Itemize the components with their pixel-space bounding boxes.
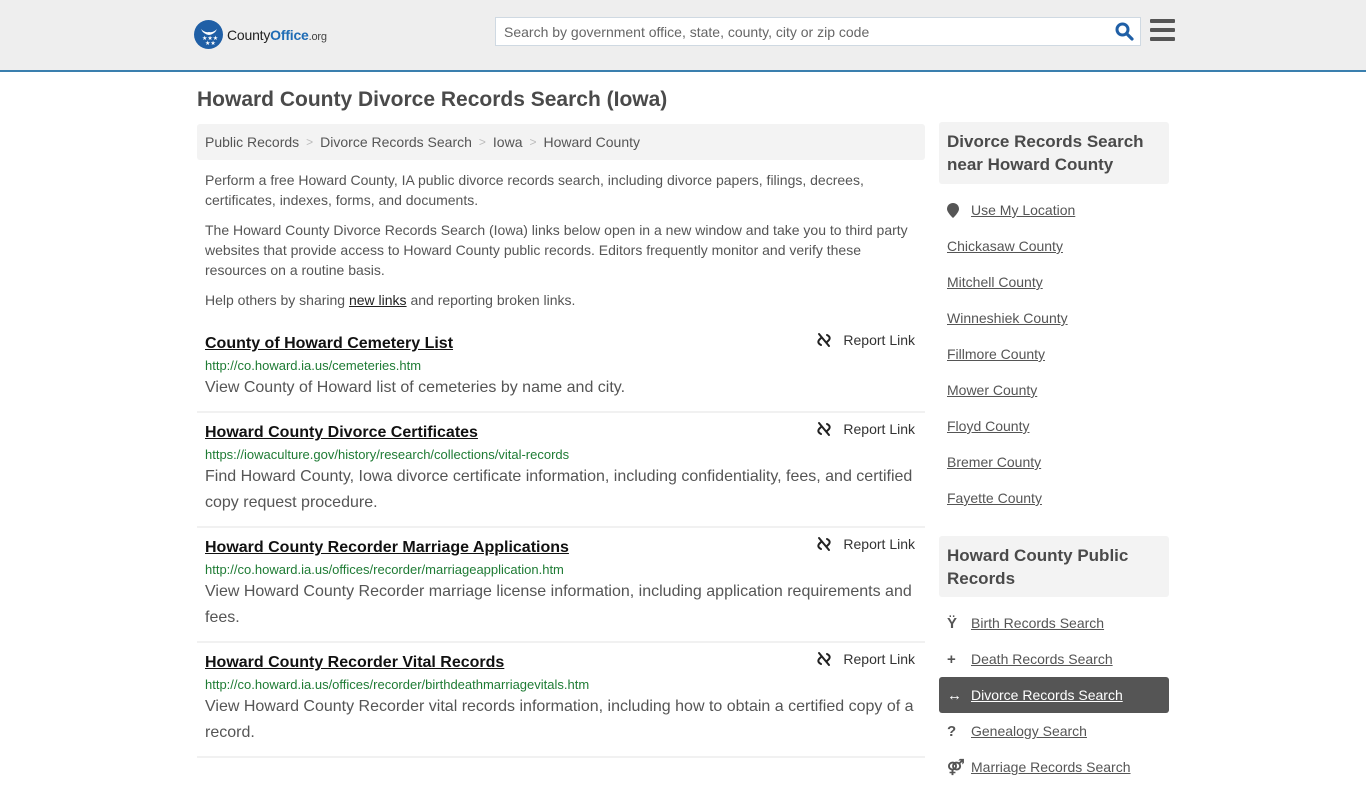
result-url: http://co.howard.ia.us/offices/recorder/… bbox=[205, 677, 590, 692]
breadcrumb-divorce-records-search[interactable]: Divorce Records Search bbox=[320, 134, 472, 150]
result-description: View County of Howard list of cemeteries… bbox=[205, 379, 626, 396]
breadcrumb-public-records[interactable]: Public Records bbox=[205, 134, 299, 150]
county-link-mower[interactable]: Mower County bbox=[947, 382, 1037, 398]
search-bar bbox=[495, 17, 1141, 46]
intro-text: Perform a free Howard County, IA public … bbox=[205, 170, 920, 320]
breadcrumb-iowa[interactable]: Iowa bbox=[493, 134, 523, 150]
nearby-county-list: Use My Location Chickasaw County Mitchel… bbox=[947, 192, 1167, 516]
report-link-button[interactable]: Report Link bbox=[816, 421, 915, 437]
result-url: https://iowaculture.gov/history/research… bbox=[205, 447, 570, 462]
intro-paragraph-3: Help others by sharing new links and rep… bbox=[205, 292, 576, 308]
marriage-records-search-link[interactable]: Marriage Records Search bbox=[971, 759, 1131, 775]
broken-link-icon bbox=[817, 333, 832, 347]
public-record-item-divorce: ↔ Divorce Records Search bbox=[939, 677, 1169, 713]
svg-text:★★: ★★ bbox=[205, 40, 216, 46]
public-records-list: Ÿ Birth Records Search + Death Records S… bbox=[939, 605, 1169, 785]
broken-link-icon bbox=[817, 422, 832, 436]
arrows-horizontal-icon: ↔ bbox=[947, 686, 962, 704]
county-link-mitchell[interactable]: Mitchell County bbox=[947, 274, 1043, 290]
broken-link-icon bbox=[817, 537, 832, 551]
report-link-button[interactable]: Report Link bbox=[816, 536, 915, 552]
result-item: Howard County Recorder Vital Records Rep… bbox=[197, 643, 925, 758]
nearby-heading: Divorce Records Search near Howard Count… bbox=[939, 122, 1169, 184]
marriage-icon: ⚤ bbox=[947, 759, 965, 776]
breadcrumb-separator: > bbox=[529, 135, 537, 149]
intro-paragraph-2: The Howard County Divorce Records Search… bbox=[205, 222, 908, 278]
public-record-item-birth: Ÿ Birth Records Search bbox=[947, 605, 1167, 641]
breadcrumb: Public Records > Divorce Records Search … bbox=[197, 124, 925, 160]
county-link-fillmore[interactable]: Fillmore County bbox=[947, 346, 1045, 362]
county-link-fayette[interactable]: Fayette County bbox=[947, 490, 1042, 506]
intro-paragraph-1: Perform a free Howard County, IA public … bbox=[205, 172, 864, 208]
county-link-bremer[interactable]: Bremer County bbox=[947, 454, 1041, 470]
county-link-winneshiek[interactable]: Winneshiek County bbox=[947, 310, 1068, 326]
death-records-search-link[interactable]: Death Records Search bbox=[971, 651, 1113, 667]
broken-link-icon bbox=[817, 652, 832, 666]
result-item: Howard County Recorder Marriage Applicat… bbox=[197, 528, 925, 643]
child-icon: Ÿ bbox=[947, 614, 958, 632]
cross-icon: + bbox=[947, 650, 956, 668]
results-list: County of Howard Cemetery List Report Li… bbox=[197, 324, 925, 758]
breadcrumb-separator: > bbox=[306, 135, 314, 149]
result-title-link[interactable]: Howard County Recorder Marriage Applicat… bbox=[205, 538, 569, 558]
result-description: View Howard County Recorder marriage lic… bbox=[205, 583, 912, 626]
breadcrumb-separator: > bbox=[478, 135, 486, 149]
question-icon: ? bbox=[947, 722, 957, 740]
new-links-link[interactable]: new links bbox=[349, 292, 407, 308]
public-record-item-marriage: ⚤ Marriage Records Search bbox=[947, 749, 1167, 785]
page-title: Howard County Divorce Records Search (Io… bbox=[197, 88, 668, 111]
logo[interactable]: ★★★ ★★ CountyOffice.org bbox=[194, 20, 327, 49]
use-my-location-link[interactable]: Use My Location bbox=[971, 202, 1075, 218]
public-records-heading: Howard County Public Records bbox=[939, 536, 1169, 597]
search-button[interactable] bbox=[1108, 18, 1140, 45]
use-my-location-item: Use My Location bbox=[947, 192, 1167, 228]
logo-text: CountyOffice.org bbox=[227, 26, 327, 43]
report-link-button[interactable]: Report Link bbox=[816, 332, 915, 348]
genealogy-search-link[interactable]: Genealogy Search bbox=[971, 723, 1087, 739]
search-input[interactable] bbox=[496, 18, 1108, 45]
result-item: Howard County Divorce Certificates Repor… bbox=[197, 413, 925, 528]
search-icon bbox=[1115, 22, 1134, 41]
public-record-item-death: + Death Records Search bbox=[947, 641, 1167, 677]
result-description: View Howard County Recorder vital record… bbox=[205, 698, 914, 741]
result-url: http://co.howard.ia.us/cemeteries.htm bbox=[205, 358, 422, 373]
result-title-link[interactable]: Howard County Divorce Certificates bbox=[205, 423, 478, 443]
county-link-floyd[interactable]: Floyd County bbox=[947, 418, 1029, 434]
county-link-chickasaw[interactable]: Chickasaw County bbox=[947, 238, 1063, 254]
hamburger-menu-icon[interactable] bbox=[1150, 19, 1175, 41]
divorce-records-search-link[interactable]: Divorce Records Search bbox=[971, 687, 1123, 703]
result-title-link[interactable]: County of Howard Cemetery List bbox=[205, 334, 453, 354]
birth-records-search-link[interactable]: Birth Records Search bbox=[971, 615, 1104, 631]
site-header: ★★★ ★★ CountyOffice.org bbox=[0, 0, 1366, 72]
result-url: http://co.howard.ia.us/offices/recorder/… bbox=[205, 562, 564, 577]
eagle-logo-icon: ★★★ ★★ bbox=[194, 20, 223, 49]
map-pin-icon bbox=[947, 202, 971, 218]
breadcrumb-howard-county[interactable]: Howard County bbox=[544, 134, 641, 150]
result-item: County of Howard Cemetery List Report Li… bbox=[197, 324, 925, 413]
result-title-link[interactable]: Howard County Recorder Vital Records bbox=[205, 653, 504, 673]
result-description: Find Howard County, Iowa divorce certifi… bbox=[205, 468, 913, 511]
public-record-item-genealogy: ? Genealogy Search bbox=[947, 713, 1167, 749]
report-link-button[interactable]: Report Link bbox=[816, 651, 915, 667]
